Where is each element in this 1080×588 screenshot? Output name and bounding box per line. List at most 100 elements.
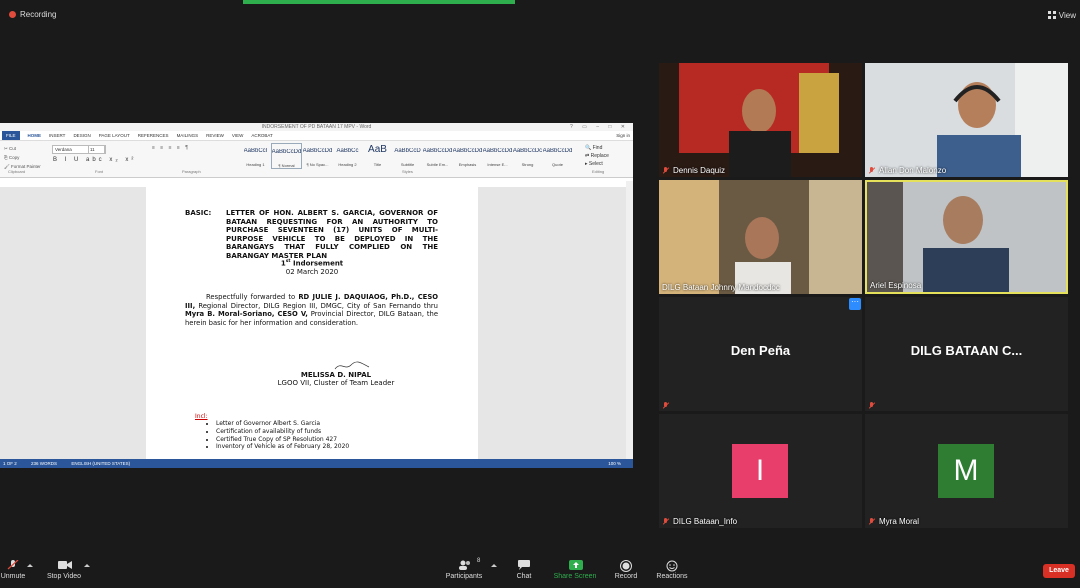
sign-in-link[interactable]: Sign in [616, 131, 630, 140]
window-controls[interactable]: ? ▭ – □ ✕ [570, 123, 629, 131]
style-title[interactable]: AaB Title [363, 143, 392, 167]
video-tile[interactable]: DILG Bataan Johnny Mandocdoc [659, 180, 862, 294]
inclusions-label: Incl: [195, 413, 208, 420]
tab-view[interactable]: VIEW [232, 131, 244, 140]
font-size-select[interactable]: 11 [88, 145, 105, 154]
participant-display-name: Den Peña [730, 343, 791, 358]
record-button[interactable]: Record [603, 560, 649, 580]
copy-button[interactable]: ⎘ Copy [4, 153, 41, 162]
smiley-icon [666, 560, 678, 572]
participant-display-name: DILG BATAAN C... [910, 343, 1023, 358]
style-heading-2[interactable]: AaBbCc Heading 2 [333, 143, 362, 167]
participant-name-tag: Myra Moral [868, 517, 919, 526]
participant-name-tag: Ariel Espinosa [870, 281, 922, 290]
tab-design[interactable]: DESIGN [73, 131, 90, 140]
style-subtitle[interactable]: AaBbCcD Subtitle [393, 143, 422, 167]
participants-icon: 8 [458, 558, 480, 570]
muted-mic-icon [868, 402, 875, 409]
sharing-banner[interactable] [243, 0, 515, 4]
video-camera-icon [58, 560, 72, 570]
shared-word-window: INDORSEMENT OF PD BATAAN 17 MPV - Word ?… [0, 123, 633, 468]
grid-icon [1047, 11, 1056, 19]
more-options-icon[interactable]: ··· [849, 298, 861, 310]
word-count[interactable]: 236 WORDS [31, 461, 57, 466]
style-no-spacing[interactable]: AaBbCcDd ¶ No Spac... [303, 143, 333, 167]
styles-gallery: AaBbCcI Heading 1 AaBbCcDd ¶ Normal AaBbCc… [241, 143, 572, 169]
find-button[interactable]: 🔍 Find [585, 144, 609, 152]
participants-caret[interactable] [491, 564, 497, 567]
participants-button[interactable]: 8 Participants [441, 558, 487, 580]
audio-options-caret[interactable] [27, 564, 33, 567]
record-icon [620, 560, 632, 572]
basic-label: BASIC: [185, 209, 212, 217]
language-status[interactable]: ENGLISH (UNITED STATES) [71, 461, 130, 466]
participant-name-tag: Dennis Daquiz [662, 166, 725, 175]
leave-button[interactable]: Leave [1043, 564, 1075, 578]
style-heading-1[interactable]: AaBbCcI Heading 1 [241, 143, 270, 167]
recording-dot-icon [9, 11, 16, 18]
share-screen-icon [569, 560, 583, 570]
page-count[interactable]: 1 OF 2 [3, 461, 17, 466]
list-item: Inventory of Vehicle as of February 28, … [216, 443, 349, 451]
zoom-level[interactable]: 100 % [608, 459, 621, 468]
participant-name-tag: Allan Don Malonzo [868, 166, 946, 175]
video-tile[interactable]: Dennis Daquiz [659, 63, 862, 177]
video-options-caret[interactable] [84, 564, 90, 567]
chat-button[interactable]: Chat [501, 560, 547, 580]
video-tile-active-speaker[interactable]: Ariel Espinosa [865, 180, 1068, 294]
editing-group: 🔍 Find ⇄ Replace ▸ Select [585, 144, 609, 168]
style-quote[interactable]: AaBbCcDd Quote [543, 143, 573, 167]
recording-indicator[interactable]: Recording [9, 10, 56, 19]
avatar: M [938, 444, 994, 498]
tab-references[interactable]: REFERENCES [138, 131, 169, 140]
style-emphasis[interactable]: AaBbCcDd Emphasis [453, 143, 483, 167]
format-buttons[interactable]: B I U abc x₂ x² [53, 157, 136, 163]
video-tile[interactable]: DILG BATAAN C... [865, 297, 1068, 411]
view-label: View [1058, 11, 1076, 20]
style-intense-emphasis[interactable]: AaBbCcDd Intense E... [483, 143, 513, 167]
tab-review[interactable]: REVIEW [206, 131, 224, 140]
tab-insert[interactable]: INSERT [49, 131, 65, 140]
tab-page-layout[interactable]: PAGE LAYOUT [99, 131, 130, 140]
muted-mic-icon [662, 402, 669, 409]
cut-button[interactable]: ✂ Cut [4, 144, 41, 153]
video-tile[interactable]: Allan Don Malonzo [865, 63, 1068, 177]
video-tile[interactable]: I DILG Bataan_Info [659, 414, 862, 528]
select-button[interactable]: ▸ Select [585, 160, 609, 168]
group-label-styles: Styles [402, 169, 413, 174]
list-item: Certified True Copy of SP Resolution 427 [216, 436, 349, 444]
replace-button[interactable]: ⇄ Replace [585, 152, 609, 160]
muted-mic-icon [868, 167, 875, 174]
reactions-button[interactable]: Reactions [649, 560, 695, 580]
style-subtle-emphasis[interactable]: AaBbCcDd Subtle Em... [423, 143, 453, 167]
tab-acrobat[interactable]: ACROBAT [251, 131, 272, 140]
muted-mic-icon [7, 559, 19, 570]
participant-video [865, 63, 1068, 177]
vertical-scrollbar[interactable] [626, 181, 633, 459]
style-strong[interactable]: AaBbCcDc Strong [513, 143, 542, 167]
tab-mailings[interactable]: MAILINGS [177, 131, 199, 140]
unmute-button[interactable]: Unmute [0, 559, 36, 580]
basic-text: LETTER OF HON. ALBERT S. GARCIA, GOVERNO… [226, 209, 438, 260]
participants-count: 8 [477, 558, 481, 564]
share-screen-button[interactable]: Share Screen [552, 560, 598, 580]
tab-file[interactable]: FILE [2, 131, 20, 140]
paragraph-buttons[interactable]: ≡ ≡ ≡ ≡ ¶ [152, 145, 190, 151]
tab-home[interactable]: HOME [28, 131, 42, 140]
video-tile[interactable]: ··· Den Peña [659, 297, 862, 411]
participant-name-tag: DILG Bataan Johnny Mandocdoc [662, 283, 780, 292]
muted-mic-icon [662, 518, 669, 525]
recording-label: Recording [20, 10, 57, 19]
list-item: Letter of Governor Albert S. Garcia [216, 420, 349, 428]
view-button[interactable]: View [1047, 11, 1076, 20]
document-page[interactable]: BASIC: LETTER OF HON. ALBERT S. GARCIA, … [146, 187, 478, 459]
group-label-clipboard: Clipboard [8, 169, 26, 174]
style-normal[interactable]: AaBbCcDd ¶ Normal [271, 143, 302, 169]
video-tile[interactable]: M Myra Moral [865, 414, 1068, 528]
stop-video-button[interactable]: Stop Video [41, 560, 87, 580]
signatory-name: MELISSA D. NIPAL [300, 371, 372, 379]
muted-mic-icon [662, 167, 669, 174]
list-item: Certification of availability of funds [216, 428, 349, 436]
participant-name-tag [868, 402, 875, 409]
word-status-bar: 1 OF 2 236 WORDS ENGLISH (UNITED STATES)… [0, 459, 633, 468]
